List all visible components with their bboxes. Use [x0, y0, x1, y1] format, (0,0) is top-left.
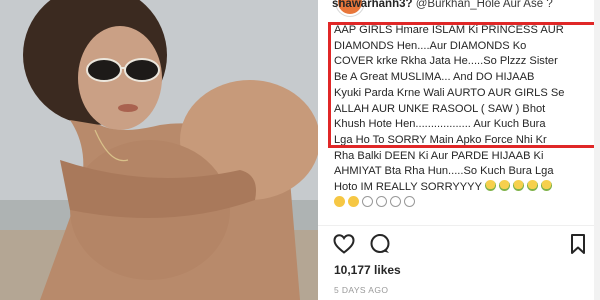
mention-link[interactable]: @Burkhan_Hole Aur Ase ? [416, 0, 553, 10]
photo-illustration [0, 0, 318, 300]
post-timestamp: 5 DAYS AGO [334, 285, 389, 295]
comment-line: Rha Balki DEEN Ki Aur PARDE HIJAAB Ki [334, 149, 544, 162]
smile-emoji-icon [334, 195, 345, 207]
comment-line: Hoto IM REALLY SORRYYYY [334, 181, 482, 194]
like-count[interactable]: 10,177 likes [334, 263, 401, 277]
comment-line: AHMIYAT Bta Rha Hun.....So Kuch Bura Lga [334, 165, 554, 178]
emoji-icon [390, 195, 401, 207]
emoji-icon [404, 195, 415, 207]
comment-line-last: Hoto IM REALLY SORRYYYY [334, 180, 596, 196]
emoji-icon [362, 195, 373, 207]
post-photo[interactable] [0, 0, 318, 300]
comment-author[interactable]: shawarhanh3? [332, 0, 413, 10]
emoji-icon [512, 180, 524, 192]
scrollbar[interactable] [594, 0, 600, 300]
comment-header: shawarhanh3? @Burkhan_Hole Aur Ase ? [332, 0, 582, 10]
emoji-icon [526, 180, 538, 192]
comment-bubble-icon[interactable] [368, 232, 392, 256]
smile-emoji-icon [348, 195, 359, 207]
bookmark-icon[interactable] [566, 232, 590, 256]
action-bar [332, 232, 592, 256]
emoji-icon [498, 180, 510, 192]
emoji-icon [376, 195, 387, 207]
emoji-icon [484, 180, 496, 192]
emoji-icon [540, 180, 552, 192]
emoji-row [334, 195, 596, 212]
heart-icon[interactable] [332, 232, 356, 256]
divider [318, 225, 600, 226]
red-highlight-box [328, 22, 598, 148]
